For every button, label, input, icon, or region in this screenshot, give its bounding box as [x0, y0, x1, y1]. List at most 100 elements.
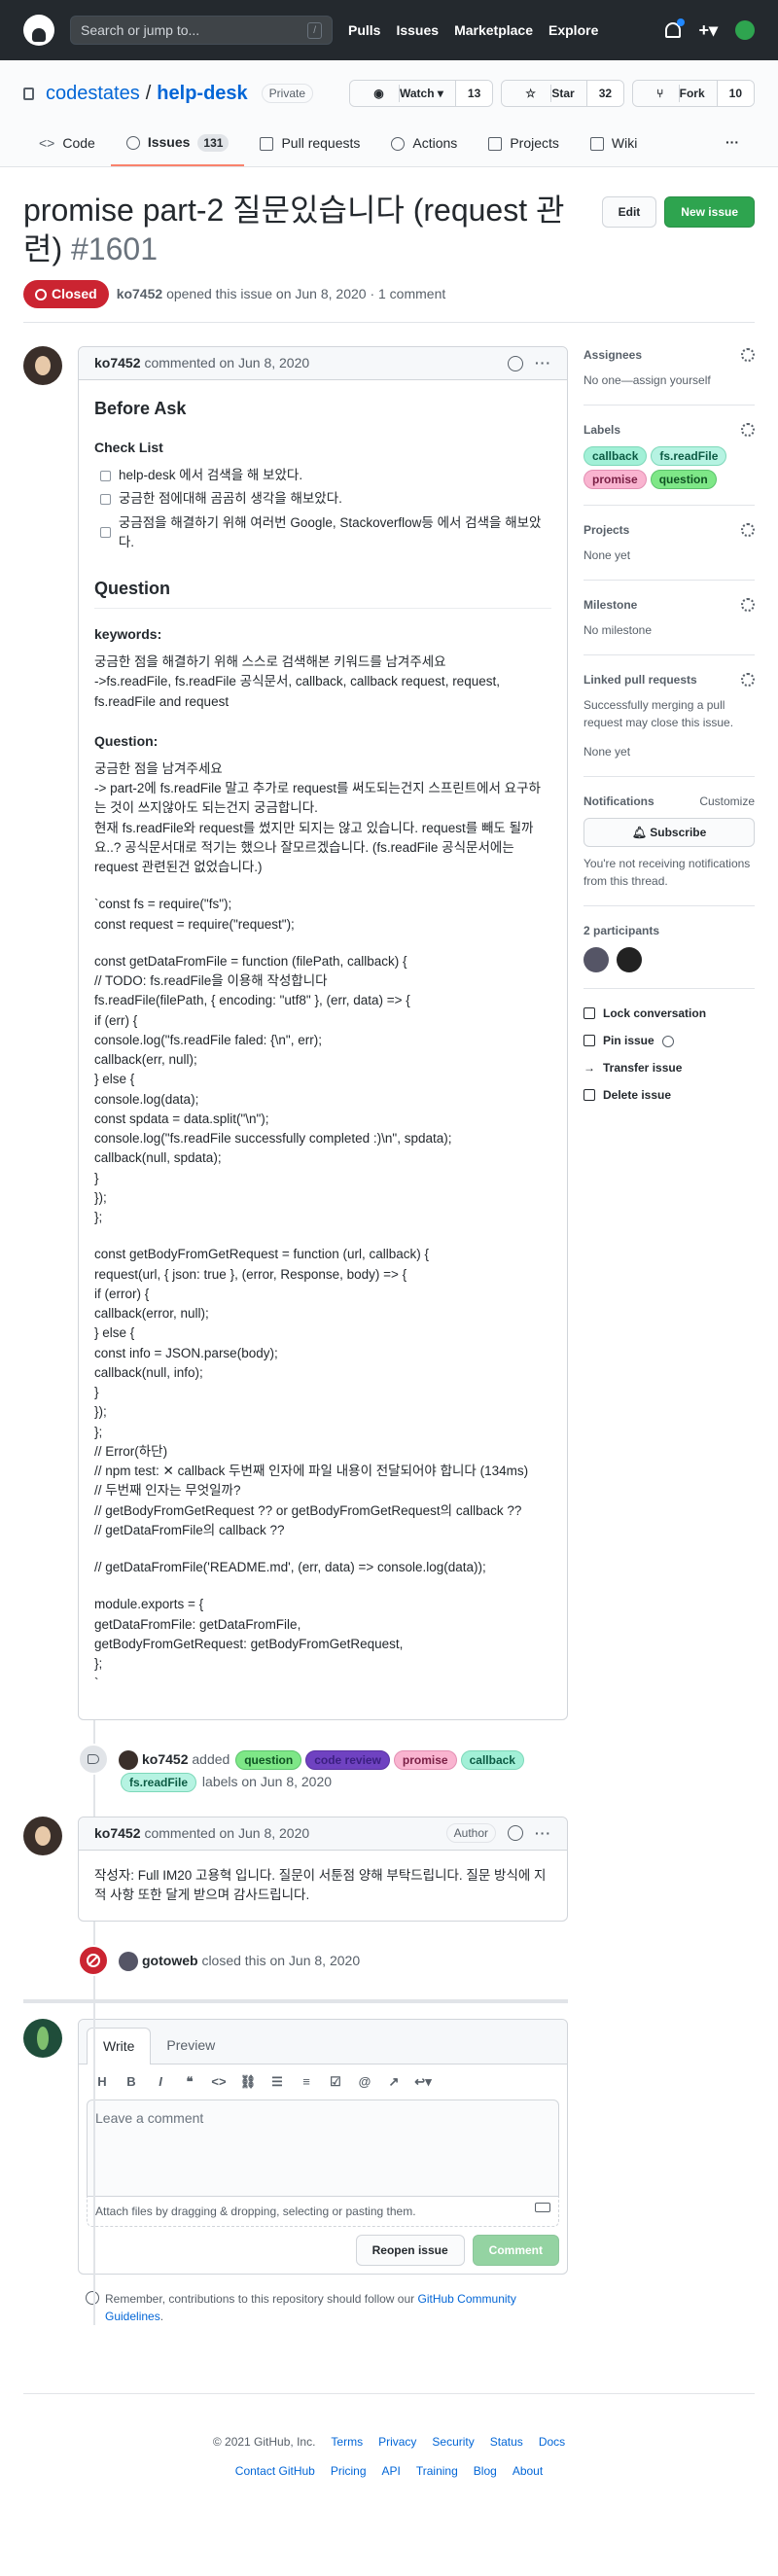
- comment-submit-button[interactable]: Comment: [472, 2235, 559, 2266]
- footer-link-blog[interactable]: Blog: [474, 2462, 497, 2480]
- watch-count[interactable]: 13: [455, 81, 493, 106]
- comment-timestamp[interactable]: commented on Jun 8, 2020: [144, 353, 309, 373]
- tab-preview[interactable]: Preview: [151, 2028, 230, 2064]
- label-promise[interactable]: promise: [584, 470, 647, 489]
- heading-icon[interactable]: H: [94, 2074, 110, 2090]
- more-tabs-menu[interactable]: ···: [710, 124, 755, 166]
- attach-files-area[interactable]: Attach files by dragging & dropping, sel…: [87, 2197, 559, 2227]
- new-issue-button[interactable]: New issue: [664, 196, 755, 228]
- gear-icon[interactable]: [741, 598, 755, 612]
- tab-projects[interactable]: Projects: [473, 124, 575, 166]
- avatar[interactable]: [23, 346, 62, 385]
- link-icon[interactable]: ⛓: [240, 2074, 257, 2090]
- transfer-issue-button[interactable]: → Transfer issue: [584, 1059, 755, 1076]
- fork-count[interactable]: 10: [717, 81, 754, 106]
- nav-marketplace[interactable]: Marketplace: [454, 20, 533, 41]
- edit-title-button[interactable]: Edit: [601, 196, 657, 228]
- gear-icon[interactable]: [741, 673, 755, 687]
- gear-icon[interactable]: [741, 423, 755, 437]
- avatar[interactable]: [23, 2019, 62, 2058]
- task-checkbox[interactable]: [100, 493, 111, 505]
- quote-icon[interactable]: ❝: [182, 2074, 197, 2090]
- footer-link-privacy[interactable]: Privacy: [378, 2433, 416, 2451]
- repo-owner-link[interactable]: codestates: [46, 79, 140, 108]
- label-question[interactable]: question: [235, 1749, 302, 1770]
- issue-author-link[interactable]: ko7452: [117, 286, 162, 301]
- event-actor[interactable]: gotoweb: [142, 1953, 198, 1968]
- mention-icon[interactable]: @: [357, 2074, 372, 2090]
- subscribe-button[interactable]: 🔔︎ Subscribe: [584, 818, 755, 847]
- label-fs-readfile[interactable]: fs.readFile: [651, 446, 727, 466]
- label-promise[interactable]: promise: [393, 1749, 457, 1770]
- task-list-icon[interactable]: ☑: [328, 2074, 343, 2090]
- footer-link-about[interactable]: About: [513, 2462, 543, 2480]
- tab-pull-requests[interactable]: Pull requests: [244, 124, 375, 166]
- comment-timestamp[interactable]: commented on Jun 8, 2020: [144, 1823, 309, 1844]
- comment-author[interactable]: ko7452: [94, 353, 140, 373]
- tab-issues[interactable]: Issues 131: [110, 124, 245, 166]
- notifications-text: You're not receiving notifications from …: [584, 857, 751, 888]
- avatar[interactable]: [119, 1952, 138, 1972]
- markdown-icon[interactable]: [535, 2203, 550, 2212]
- participant-avatar[interactable]: [617, 947, 642, 972]
- bold-icon[interactable]: B: [124, 2074, 139, 2090]
- repo-title: codestates / help-desk Private: [23, 79, 314, 108]
- footer-link-security[interactable]: Security: [432, 2433, 474, 2451]
- footer-link-status[interactable]: Status: [490, 2433, 523, 2451]
- fork-button[interactable]: ⑂ Fork 10: [632, 80, 755, 107]
- italic-icon[interactable]: I: [153, 2074, 168, 2090]
- star-button[interactable]: ☆ Star 32: [501, 80, 625, 107]
- label-fs-readfile[interactable]: fs.readFile: [121, 1772, 197, 1792]
- event-actor[interactable]: ko7452: [142, 1751, 188, 1767]
- cross-reference-icon[interactable]: ↗: [386, 2074, 402, 2090]
- search-input[interactable]: Search or jump to... /: [70, 16, 333, 45]
- reopen-issue-button[interactable]: Reopen issue: [355, 2235, 465, 2266]
- star-count[interactable]: 32: [586, 81, 624, 106]
- delete-issue-button[interactable]: Delete issue: [584, 1086, 755, 1104]
- comment-options-icon[interactable]: ···: [535, 1823, 551, 1844]
- user-avatar[interactable]: [735, 20, 755, 40]
- label-callback[interactable]: callback: [584, 446, 648, 466]
- add-reaction-icon[interactable]: [508, 355, 523, 371]
- comment-options-icon[interactable]: ···: [535, 353, 551, 373]
- tab-code[interactable]: <> Code: [23, 124, 111, 166]
- task-checkbox[interactable]: [100, 527, 111, 539]
- nav-pulls[interactable]: Pulls: [348, 20, 380, 41]
- create-new-plus-icon[interactable]: +▾: [698, 18, 718, 44]
- footer-link-pricing[interactable]: Pricing: [331, 2462, 367, 2480]
- label-code-review[interactable]: code review: [305, 1749, 390, 1770]
- tab-write[interactable]: Write: [87, 2028, 152, 2064]
- github-logo-icon[interactable]: [23, 15, 54, 46]
- nav-explore[interactable]: Explore: [548, 20, 598, 41]
- customize-link[interactable]: Customize: [699, 793, 755, 810]
- nav-issues[interactable]: Issues: [396, 20, 439, 41]
- footer-link-api[interactable]: API: [382, 2462, 401, 2480]
- add-reaction-icon[interactable]: [508, 1825, 523, 1841]
- label-callback[interactable]: callback: [460, 1749, 524, 1770]
- numbered-list-icon[interactable]: ≡: [299, 2074, 314, 2090]
- gear-icon[interactable]: [741, 523, 755, 537]
- participant-avatar[interactable]: [584, 947, 609, 972]
- repo-name-link[interactable]: help-desk: [157, 79, 247, 108]
- footer-link-docs[interactable]: Docs: [539, 2433, 565, 2451]
- tab-wiki[interactable]: Wiki: [575, 124, 653, 166]
- task-checkbox[interactable]: [100, 470, 111, 481]
- avatar[interactable]: [23, 1816, 62, 1855]
- footer-link-terms[interactable]: Terms: [331, 2433, 363, 2451]
- notifications-bell-icon[interactable]: [665, 18, 686, 38]
- code-icon[interactable]: <>: [211, 2074, 227, 2090]
- tab-actions[interactable]: Actions: [375, 124, 473, 166]
- saved-replies-icon[interactable]: ↩▾: [414, 2074, 431, 2090]
- gear-icon[interactable]: [741, 348, 755, 362]
- lock-conversation-button[interactable]: Lock conversation: [584, 1005, 755, 1022]
- avatar[interactable]: [119, 1749, 138, 1770]
- pin-issue-button[interactable]: Pin issue: [584, 1032, 755, 1049]
- footer-link-contact[interactable]: Contact GitHub: [235, 2462, 315, 2480]
- footer-link-training[interactable]: Training: [416, 2462, 458, 2480]
- label-question[interactable]: question: [650, 470, 717, 489]
- comment-author[interactable]: ko7452: [94, 1823, 140, 1844]
- bullet-list-icon[interactable]: ☰: [269, 2074, 285, 2090]
- watch-button[interactable]: ◉ Watch ▾ 13: [349, 80, 494, 107]
- assignees-text[interactable]: No one—assign yourself: [584, 371, 755, 389]
- comment-textarea[interactable]: Leave a comment: [87, 2100, 559, 2197]
